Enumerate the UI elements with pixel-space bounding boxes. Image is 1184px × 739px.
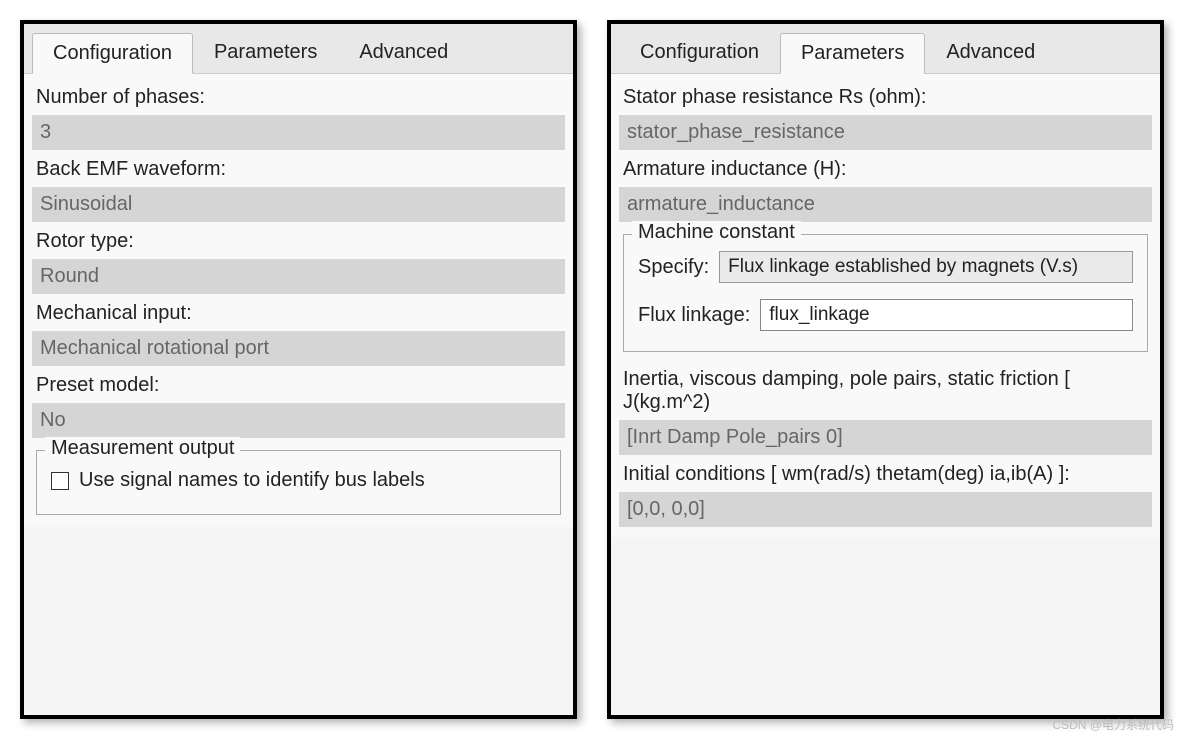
specify-dropdown[interactable]: Flux linkage established by magnets (V.s… [719, 251, 1133, 283]
rotor-type-field[interactable]: Round [32, 259, 565, 294]
signal-names-checkbox-row[interactable]: Use signal names to identify bus labels [47, 459, 550, 502]
configuration-body: Number of phases: 3 Back EMF waveform: S… [24, 74, 573, 527]
num-phases-label: Number of phases: [32, 80, 565, 113]
parameters-panel: Configuration Parameters Advanced Stator… [607, 20, 1164, 719]
tab-configuration-r[interactable]: Configuration [619, 32, 780, 73]
flux-linkage-input[interactable]: flux_linkage [760, 299, 1133, 331]
tab-bar-left: Configuration Parameters Advanced [24, 24, 573, 74]
initial-conditions-label: Initial conditions [ wm(rad/s) thetam(de… [619, 457, 1152, 490]
specify-label: Specify: [638, 256, 709, 279]
signal-names-label: Use signal names to identify bus labels [79, 469, 425, 492]
stator-resistance-field[interactable]: stator_phase_resistance [619, 115, 1152, 150]
mechanical-input-field[interactable]: Mechanical rotational port [32, 331, 565, 366]
watermark-text: CSDN @电力系统代码 [1052, 716, 1174, 733]
flux-linkage-label: Flux linkage: [638, 304, 750, 327]
tab-bar-right: Configuration Parameters Advanced [611, 24, 1160, 74]
configuration-panel: Configuration Parameters Advanced Number… [20, 20, 577, 719]
tab-advanced-r[interactable]: Advanced [925, 32, 1056, 73]
inertia-field[interactable]: [Inrt Damp Pole_pairs 0] [619, 420, 1152, 455]
machine-constant-group: Machine constant Specify: Flux linkage e… [623, 234, 1148, 352]
machine-constant-title: Machine constant [632, 221, 801, 244]
stator-resistance-label: Stator phase resistance Rs (ohm): [619, 80, 1152, 113]
tab-advanced[interactable]: Advanced [338, 32, 469, 73]
armature-inductance-label: Armature inductance (H): [619, 152, 1152, 185]
parameters-body: Stator phase resistance Rs (ohm): stator… [611, 74, 1160, 537]
num-phases-field[interactable]: 3 [32, 115, 565, 150]
rotor-type-label: Rotor type: [32, 224, 565, 257]
back-emf-field[interactable]: Sinusoidal [32, 187, 565, 222]
tab-configuration[interactable]: Configuration [32, 33, 193, 74]
measurement-output-title: Measurement output [45, 437, 240, 460]
tab-parameters-r[interactable]: Parameters [780, 33, 925, 74]
preset-model-field[interactable]: No [32, 403, 565, 438]
initial-conditions-field[interactable]: [0,0, 0,0] [619, 492, 1152, 527]
armature-inductance-field[interactable]: armature_inductance [619, 187, 1152, 222]
measurement-output-group: Measurement output Use signal names to i… [36, 450, 561, 515]
inertia-label: Inertia, viscous damping, pole pairs, st… [619, 362, 1152, 418]
back-emf-label: Back EMF waveform: [32, 152, 565, 185]
specify-row: Specify: Flux linkage established by mag… [634, 243, 1137, 291]
checkbox-icon[interactable] [51, 472, 69, 490]
flux-linkage-row: Flux linkage: flux_linkage [634, 291, 1137, 339]
tab-parameters[interactable]: Parameters [193, 32, 338, 73]
preset-model-label: Preset model: [32, 368, 565, 401]
mechanical-input-label: Mechanical input: [32, 296, 565, 329]
